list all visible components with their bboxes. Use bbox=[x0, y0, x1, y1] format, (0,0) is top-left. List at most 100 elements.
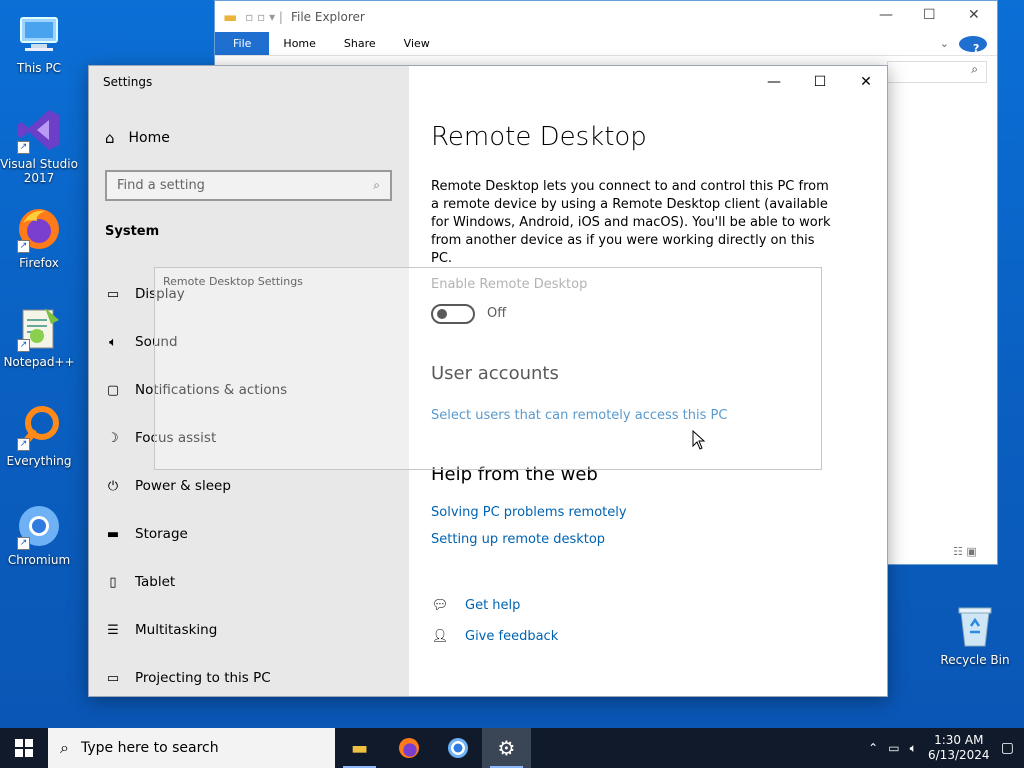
setting-up-remote-desktop-link[interactable]: Setting up remote desktop bbox=[431, 532, 605, 547]
settings-window-title: Settings bbox=[103, 75, 153, 89]
give-feedback-link[interactable]: 👤︎ Give feedback bbox=[431, 629, 559, 644]
volume-muted-icon[interactable]: 🔈︎ bbox=[910, 741, 917, 756]
notifications-icon: ▢ bbox=[106, 382, 120, 398]
windows-logo-icon bbox=[15, 739, 33, 757]
desktop-icon-everything[interactable]: ↗ Everything bbox=[0, 403, 78, 468]
nav-item-multitasking[interactable]: ☰ Multitasking bbox=[105, 606, 287, 654]
nav-item-label: Power & sleep bbox=[135, 478, 231, 494]
settings-minimize-button[interactable]: — bbox=[751, 66, 797, 98]
folder-icon: ▬ bbox=[223, 7, 238, 26]
power-icon: ⏻ bbox=[107, 478, 119, 494]
everything-icon: ↗ bbox=[15, 403, 63, 451]
search-placeholder: Find a setting bbox=[117, 178, 205, 193]
focus-assist-icon: ☽ bbox=[107, 430, 119, 446]
nav-home-label: Home bbox=[128, 130, 170, 146]
get-help-label: Get help bbox=[465, 598, 521, 613]
taskbar-settings[interactable]: ⚙ bbox=[482, 728, 531, 768]
quick-access-toolbar[interactable]: ▫ ▫ ▾ | bbox=[245, 10, 283, 24]
tablet-icon: ▯ bbox=[109, 574, 117, 590]
chevron-up-icon[interactable]: ⌃ bbox=[868, 741, 878, 755]
taskbar-firefox[interactable] bbox=[384, 728, 433, 768]
firefox-icon bbox=[398, 738, 419, 758]
page-title: Remote Desktop bbox=[431, 122, 647, 152]
projecting-icon: ▭ bbox=[106, 670, 120, 686]
explorer-maximize-button[interactable]: ☐ bbox=[923, 7, 936, 23]
ribbon-tab-home[interactable]: Home bbox=[269, 32, 329, 55]
taskbar-search-input[interactable]: ⌕ Type here to search bbox=[48, 728, 335, 768]
storage-icon: ▬ bbox=[106, 526, 120, 542]
settings-search-input[interactable]: Find a setting ⌕ bbox=[105, 170, 392, 201]
desktop-icon-label: Visual Studio 2017 bbox=[0, 157, 78, 185]
notifications-center-icon[interactable]: ▢ bbox=[1001, 740, 1014, 756]
gear-icon: ⚙ bbox=[497, 736, 516, 760]
recycle-bin-icon bbox=[951, 602, 999, 650]
desktop-icon-label: Notepad++ bbox=[3, 355, 75, 369]
shortcut-arrow-icon: ↗ bbox=[17, 141, 30, 154]
help-icon[interactable]: ? bbox=[955, 32, 997, 55]
desktop-icon-this-pc[interactable]: This PC bbox=[0, 10, 78, 75]
taskbar-chromium[interactable] bbox=[433, 728, 482, 768]
explorer-minimize-button[interactable]: — bbox=[879, 7, 893, 23]
nav-item-label: Storage bbox=[135, 526, 188, 542]
desktop-icon-notepadpp[interactable]: ↗ Notepad++ bbox=[0, 304, 78, 369]
nav-item-label: Tablet bbox=[135, 574, 176, 590]
notepadpp-icon: ↗ bbox=[15, 304, 63, 352]
explorer-ribbon-tabs: File Home Share View ⌄ ? bbox=[215, 32, 997, 56]
nav-item-projecting[interactable]: ▭ Projecting to this PC bbox=[105, 654, 287, 702]
explorer-search-box[interactable]: ⌕ bbox=[887, 61, 987, 83]
taskbar: ⌕ Type here to search ▬ ⚙ ⌃ ▭ 🔈︎ 1:30 AM… bbox=[0, 728, 1024, 768]
nav-home[interactable]: ⌂ Home bbox=[105, 129, 170, 147]
desktop-icon-label: Recycle Bin bbox=[940, 653, 1010, 667]
ribbon-tab-view[interactable]: View bbox=[390, 32, 444, 55]
taskbar-search-placeholder: Type here to search bbox=[80, 740, 219, 756]
settings-maximize-button[interactable]: ☐ bbox=[797, 66, 843, 98]
explorer-view-toggle[interactable]: ☷ ▣ bbox=[953, 545, 977, 558]
explorer-close-button[interactable]: ✕ bbox=[968, 7, 980, 23]
folder-icon: ▬ bbox=[350, 737, 368, 759]
get-help-icon: 💬︎ bbox=[431, 598, 449, 613]
remote-desktop-settings-ghost-window[interactable]: Remote Desktop Settings bbox=[154, 267, 822, 470]
shortcut-arrow-icon: ↗ bbox=[17, 438, 30, 451]
taskbar-file-explorer[interactable]: ▬ bbox=[335, 728, 384, 768]
get-help-link[interactable]: 💬︎ Get help bbox=[431, 598, 521, 613]
nav-item-label: Projecting to this PC bbox=[135, 670, 271, 686]
shortcut-arrow-icon: ↗ bbox=[17, 537, 30, 550]
system-tray: ⌃ ▭ 🔈︎ 1:30 AM 6/13/2024 ▢ bbox=[868, 733, 1024, 763]
desktop-icon-visual-studio[interactable]: ↗ Visual Studio 2017 bbox=[0, 106, 78, 185]
desktop-icon-firefox[interactable]: ↗ Firefox bbox=[0, 205, 78, 270]
multitasking-icon: ☰ bbox=[107, 622, 119, 638]
firefox-icon: ↗ bbox=[15, 205, 63, 253]
nav-item-storage[interactable]: ▬ Storage bbox=[105, 510, 287, 558]
nav-item-tablet[interactable]: ▯ Tablet bbox=[105, 558, 287, 606]
search-icon: ⌕ bbox=[373, 178, 380, 192]
ribbon-expand-icon[interactable]: ⌄ bbox=[934, 32, 955, 55]
taskbar-clock[interactable]: 1:30 AM 6/13/2024 bbox=[927, 733, 991, 763]
desktop-icon-label: Everything bbox=[6, 454, 72, 468]
display-icon: ▭ bbox=[106, 286, 120, 302]
sound-icon: 🔈︎ bbox=[109, 334, 117, 350]
shortcut-arrow-icon: ↗ bbox=[17, 339, 30, 352]
mouse-cursor-icon bbox=[692, 430, 706, 450]
settings-close-button[interactable]: ✕ bbox=[843, 66, 889, 98]
nav-item-label: Multitasking bbox=[135, 622, 218, 638]
section-label-system: System bbox=[105, 224, 160, 239]
desktop-icon-recycle-bin[interactable]: Recycle Bin bbox=[936, 602, 1014, 667]
ghost-window-title: Remote Desktop Settings bbox=[163, 275, 303, 288]
start-button[interactable] bbox=[0, 728, 48, 768]
visual-studio-icon: ↗ bbox=[15, 106, 63, 154]
shortcut-arrow-icon: ↗ bbox=[17, 240, 30, 253]
solving-pc-problems-link[interactable]: Solving PC problems remotely bbox=[431, 505, 627, 520]
network-icon[interactable]: ▭ bbox=[888, 741, 899, 755]
chromium-icon: ↗ bbox=[15, 502, 63, 550]
feedback-icon: 👤︎ bbox=[431, 629, 449, 644]
computer-icon bbox=[15, 10, 63, 58]
clock-time: 1:30 AM bbox=[934, 733, 984, 747]
desktop-icon-chromium[interactable]: ↗ Chromium bbox=[0, 502, 78, 567]
home-icon: ⌂ bbox=[105, 129, 115, 147]
desktop-icon-label: Chromium bbox=[7, 553, 71, 567]
desktop: This PC ↗ Visual Studio 2017 ↗ Firefox ↗… bbox=[0, 0, 1024, 728]
ribbon-tab-file[interactable]: File bbox=[215, 32, 270, 55]
ribbon-tab-share[interactable]: Share bbox=[330, 32, 390, 55]
desktop-icon-label: This PC bbox=[17, 61, 61, 75]
give-feedback-label: Give feedback bbox=[465, 629, 559, 644]
